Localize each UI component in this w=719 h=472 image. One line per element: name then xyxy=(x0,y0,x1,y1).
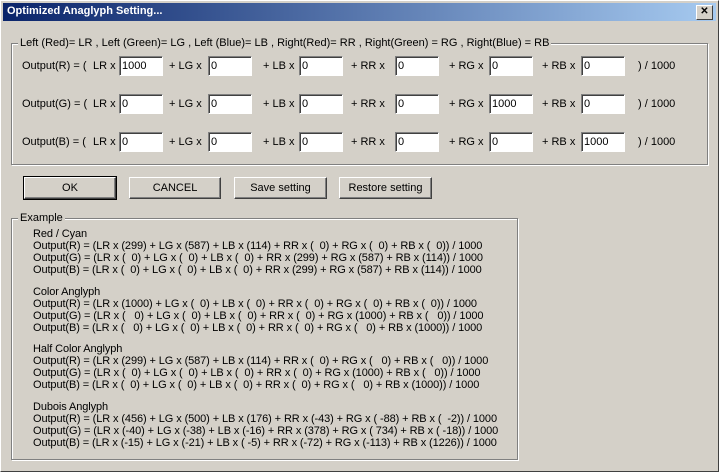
coefficient-input[interactable] xyxy=(119,132,163,152)
row-suffix: ) / 1000 xyxy=(638,98,676,110)
title-bar[interactable]: Optimized Anaglyph Setting... ✕ xyxy=(3,3,716,21)
term-label-4: + RG x xyxy=(449,60,484,72)
example-section-title: Half Color Anglyph xyxy=(33,343,123,355)
term-label-4: + RG x xyxy=(449,98,484,110)
term-label-1: + LG x xyxy=(169,60,202,72)
term-label-0: LR x xyxy=(93,136,116,148)
term-label-0: LR x xyxy=(93,60,116,72)
output-row-label: Output(G) = ( xyxy=(22,98,88,110)
window-title: Optimized Anaglyph Setting... xyxy=(7,5,163,17)
ok-button[interactable]: OK xyxy=(23,176,117,200)
output-row-label: Output(B) = ( xyxy=(22,136,86,148)
matrix-legend: Left (Red)= LR , Left (Green)= LG , Left… xyxy=(18,37,552,49)
example-formula-line: Output(B) = (LR x (-15) + LG x (-21) + L… xyxy=(33,437,497,449)
restore-setting-button[interactable]: Restore setting xyxy=(339,177,432,199)
example-formula-line: Output(R) = (LR x (456) + LG x (500) + L… xyxy=(33,413,497,425)
coefficient-input[interactable] xyxy=(395,56,439,76)
coefficient-input[interactable] xyxy=(489,132,533,152)
cancel-button[interactable]: CANCEL xyxy=(129,177,221,199)
term-label-2: + LB x xyxy=(263,60,295,72)
row-suffix: ) / 1000 xyxy=(638,60,676,72)
coefficient-input[interactable] xyxy=(581,94,625,114)
coefficient-input[interactable] xyxy=(208,56,252,76)
example-formula-line: Output(B) = (LR x ( 0) + LG x ( 0) + LB … xyxy=(33,264,482,276)
term-label-5: + RB x xyxy=(542,98,576,110)
example-formula-line: Output(G) = (LR x ( 0) + LG x ( 0) + LB … xyxy=(33,310,484,322)
output-row-label: Output(R) = ( xyxy=(22,60,87,72)
example-formula-line: Output(G) = (LR x ( 0) + LG x ( 0) + LB … xyxy=(33,367,481,379)
coefficient-input[interactable] xyxy=(395,132,439,152)
term-label-5: + RB x xyxy=(542,60,576,72)
save-setting-button[interactable]: Save setting xyxy=(234,177,327,199)
example-formula-line: Output(R) = (LR x (299) + LG x (587) + L… xyxy=(33,240,483,252)
term-label-2: + LB x xyxy=(263,136,295,148)
example-section-title: Color Anglyph xyxy=(33,286,101,298)
term-label-3: + RR x xyxy=(351,60,385,72)
example-formula-line: Output(G) = (LR x ( 0) + LG x ( 0) + LB … xyxy=(33,252,483,264)
dialog-window: Optimized Anaglyph Setting... ✕ Left (Re… xyxy=(0,0,719,472)
term-label-2: + LB x xyxy=(263,98,295,110)
row-suffix: ) / 1000 xyxy=(638,136,676,148)
coefficient-input[interactable] xyxy=(208,132,252,152)
coefficient-input[interactable] xyxy=(489,94,533,114)
example-formula-line: Output(R) = (LR x (299) + LG x (587) + L… xyxy=(33,355,489,367)
coefficient-input[interactable] xyxy=(581,56,625,76)
close-button[interactable]: ✕ xyxy=(696,5,713,20)
coefficient-input[interactable] xyxy=(299,132,343,152)
example-legend: Example xyxy=(18,212,65,224)
example-section-title: Red / Cyan xyxy=(33,228,88,240)
coefficient-input[interactable] xyxy=(119,94,163,114)
example-formula-line: Output(G) = (LR x (-40) + LG x (-38) + L… xyxy=(33,425,499,437)
term-label-3: + RR x xyxy=(351,136,385,148)
term-label-5: + RB x xyxy=(542,136,576,148)
term-label-1: + LG x xyxy=(169,98,202,110)
example-section-title: Dubois Anglyph xyxy=(33,401,109,413)
example-formula-line: Output(B) = (LR x ( 0) + LG x ( 0) + LB … xyxy=(33,379,480,391)
coefficient-input[interactable] xyxy=(299,56,343,76)
term-label-0: LR x xyxy=(93,98,116,110)
coefficient-input[interactable] xyxy=(119,56,163,76)
example-formula-line: Output(R) = (LR x (1000) + LG x ( 0) + L… xyxy=(33,298,477,310)
term-label-3: + RR x xyxy=(351,98,385,110)
term-label-4: + RG x xyxy=(449,136,484,148)
coefficient-input[interactable] xyxy=(299,94,343,114)
coefficient-input[interactable] xyxy=(581,132,625,152)
example-formula-line: Output(B) = (LR x ( 0) + LG x ( 0) + LB … xyxy=(33,322,483,334)
coefficient-input[interactable] xyxy=(395,94,439,114)
coefficient-input[interactable] xyxy=(489,56,533,76)
coefficient-input[interactable] xyxy=(208,94,252,114)
term-label-1: + LG x xyxy=(169,136,202,148)
